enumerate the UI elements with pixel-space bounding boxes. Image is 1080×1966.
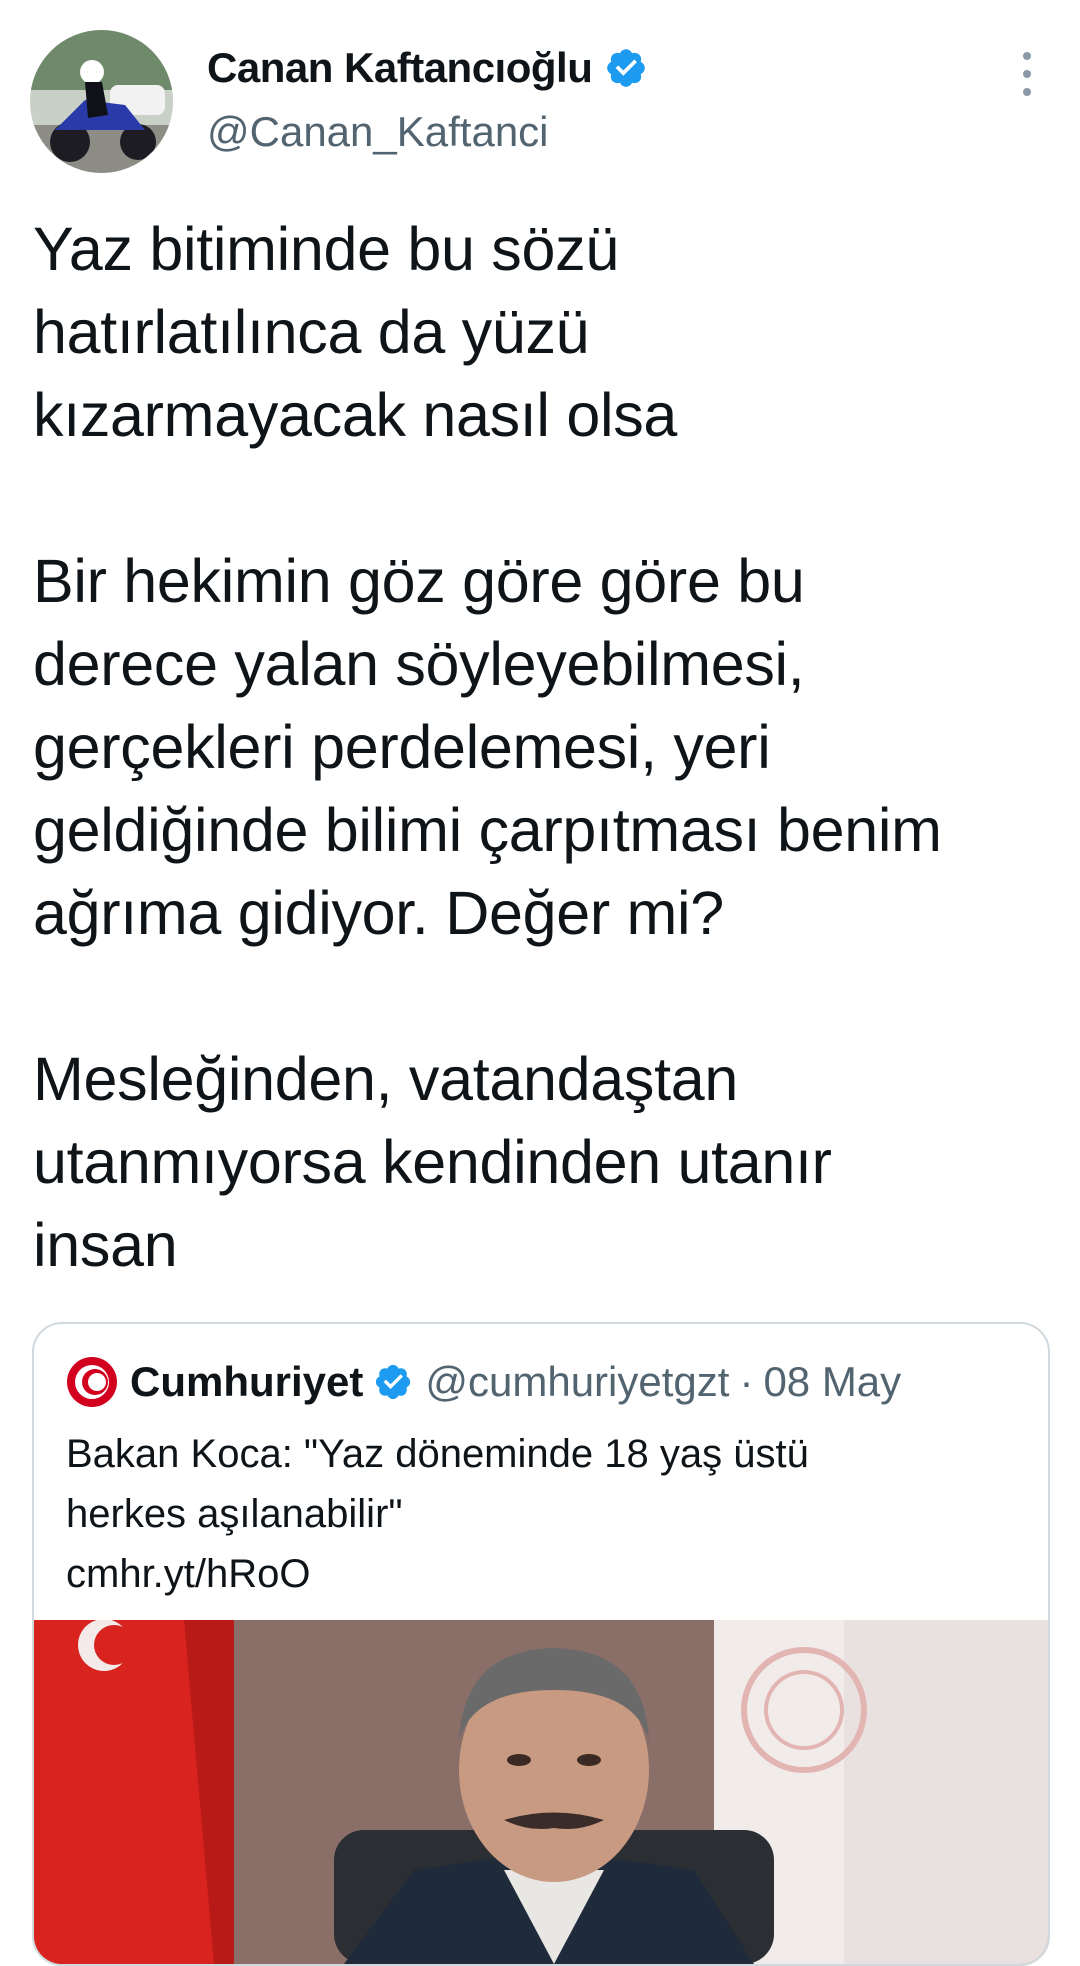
author-avatar[interactable] bbox=[30, 30, 173, 173]
tweet-paragraph: Yaz bitiminde bu sözü hatırlatılınca da … bbox=[33, 215, 678, 449]
quoted-text-line: herkes aşılanabilir" bbox=[66, 1492, 403, 1536]
author-name-row[interactable]: Canan Kaftancıoğlu bbox=[207, 40, 648, 96]
news-photo[interactable] bbox=[34, 1620, 1048, 1964]
quoted-tweet-text: Bakan Koca: "Yaz döneminde 18 yaş üstü h… bbox=[66, 1424, 1016, 1604]
cumhuriyet-logo-icon bbox=[67, 1357, 117, 1407]
more-vertical-icon[interactable] bbox=[1012, 52, 1042, 96]
quoted-tweet-date[interactable]: 08 May bbox=[763, 1358, 901, 1406]
tweet: Canan Kaftancıoğlu @Canan_Kaftanci Yaz b… bbox=[0, 0, 1080, 1966]
tweet-paragraph: Bir hekimin göz göre göre bu derece yala… bbox=[33, 547, 942, 947]
quoted-tweet-header: Cumhuriyet @cumhuriyetgzt · 08 May bbox=[66, 1354, 901, 1410]
quoted-tweet-link[interactable]: cmhr.yt/hRoO bbox=[66, 1544, 1016, 1604]
tweet-paragraph: Mesleğinden, vatandaştan utanmıyorsa ken… bbox=[33, 1045, 832, 1279]
verified-badge-icon bbox=[376, 1364, 411, 1400]
author-display-name[interactable]: Canan Kaftancıoğlu bbox=[207, 44, 593, 92]
separator-dot: · bbox=[739, 1358, 754, 1405]
quoted-tweet-card[interactable]: Cumhuriyet @cumhuriyetgzt · 08 May Bakan… bbox=[32, 1322, 1050, 1966]
tweet-text: Yaz bitiminde bu sözü hatırlatılınca da … bbox=[33, 208, 1063, 1287]
quoted-author-name[interactable]: Cumhuriyet bbox=[130, 1358, 363, 1406]
verified-badge-icon bbox=[607, 49, 646, 87]
quoted-author-handle[interactable]: @cumhuriyetgzt bbox=[425, 1358, 729, 1406]
quoted-text-line: Bakan Koca: "Yaz döneminde 18 yaş üstü bbox=[66, 1432, 809, 1476]
author-handle[interactable]: @Canan_Kaftanci bbox=[207, 108, 549, 156]
